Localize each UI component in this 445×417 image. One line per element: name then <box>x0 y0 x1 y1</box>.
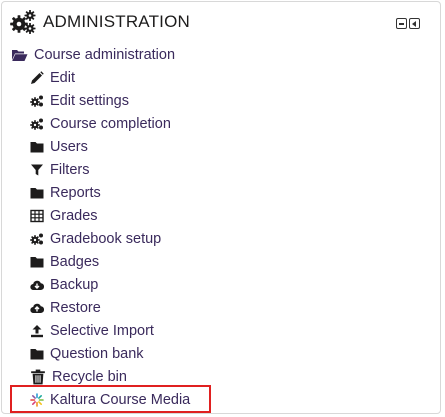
tree-root-course-administration[interactable]: Course administration <box>11 45 175 65</box>
nav-item-kaltura-course-media[interactable]: Kaltura Course Media <box>30 388 190 411</box>
nav-item-edit[interactable]: Edit <box>30 66 190 89</box>
block-controls <box>396 18 420 29</box>
nav-item-users[interactable]: Users <box>30 135 190 158</box>
folder-icon <box>30 348 44 359</box>
nav-item-question-bank[interactable]: Question bank <box>30 342 190 365</box>
nav-item-label: Backup <box>50 276 99 293</box>
cloud-download-icon <box>30 280 44 290</box>
nav-item-label: Kaltura Course Media <box>50 391 191 408</box>
administration-block: ADMINISTRATION Course administration Edi… <box>1 1 441 414</box>
cloud-upload-icon <box>30 303 44 313</box>
gears-icon <box>10 10 36 34</box>
folder-icon <box>30 256 44 267</box>
tree-root-label: Course administration <box>34 47 176 63</box>
gear-icon <box>30 95 43 107</box>
gear-icon <box>30 233 43 245</box>
nav-item-gradebook-setup[interactable]: Gradebook setup <box>30 227 190 250</box>
nav-item-label: Restore <box>50 299 101 316</box>
nav-item-selective-import[interactable]: Selective Import <box>30 319 190 342</box>
nav-item-label: Recycle bin <box>52 368 127 385</box>
pencil-icon <box>31 70 44 84</box>
table-icon <box>30 209 44 222</box>
nav-item-label: Grades <box>50 207 98 224</box>
nav-item-backup[interactable]: Backup <box>30 273 190 296</box>
nav-item-reports[interactable]: Reports <box>30 181 190 204</box>
folder-icon <box>30 141 44 152</box>
nav-item-label: Course completion <box>50 115 171 132</box>
nav-item-badges[interactable]: Badges <box>30 250 190 273</box>
nav-item-label: Edit settings <box>50 92 129 109</box>
admin-nav-list: Edit Edit settings Course completion Use… <box>30 66 190 411</box>
trash-icon <box>31 369 45 384</box>
nav-item-label: Edit <box>50 69 75 86</box>
collapse-block-icon[interactable] <box>396 18 407 29</box>
folder-open-icon <box>12 50 28 61</box>
filter-icon <box>31 164 43 175</box>
nav-item-label: Reports <box>50 184 101 201</box>
kaltura-icon <box>30 392 44 407</box>
nav-item-recycle-bin[interactable]: Recycle bin <box>30 365 190 388</box>
nav-item-grades[interactable]: Grades <box>30 204 190 227</box>
folder-icon <box>30 187 44 198</box>
nav-item-label: Selective Import <box>50 322 154 339</box>
nav-item-label: Users <box>50 138 88 155</box>
nav-item-course-completion[interactable]: Course completion <box>30 112 190 135</box>
nav-item-label: Badges <box>50 253 100 270</box>
block-header: ADMINISTRATION <box>10 8 190 36</box>
dock-block-icon[interactable] <box>409 18 420 29</box>
nav-item-label: Gradebook setup <box>50 230 162 247</box>
block-title: ADMINISTRATION <box>43 12 190 31</box>
upload-icon <box>31 324 43 337</box>
nav-item-edit-settings[interactable]: Edit settings <box>30 89 190 112</box>
gear-icon <box>30 118 43 130</box>
nav-item-label: Filters <box>50 161 90 178</box>
nav-item-label: Question bank <box>50 345 144 362</box>
nav-item-filters[interactable]: Filters <box>30 158 190 181</box>
nav-item-restore[interactable]: Restore <box>30 296 190 319</box>
